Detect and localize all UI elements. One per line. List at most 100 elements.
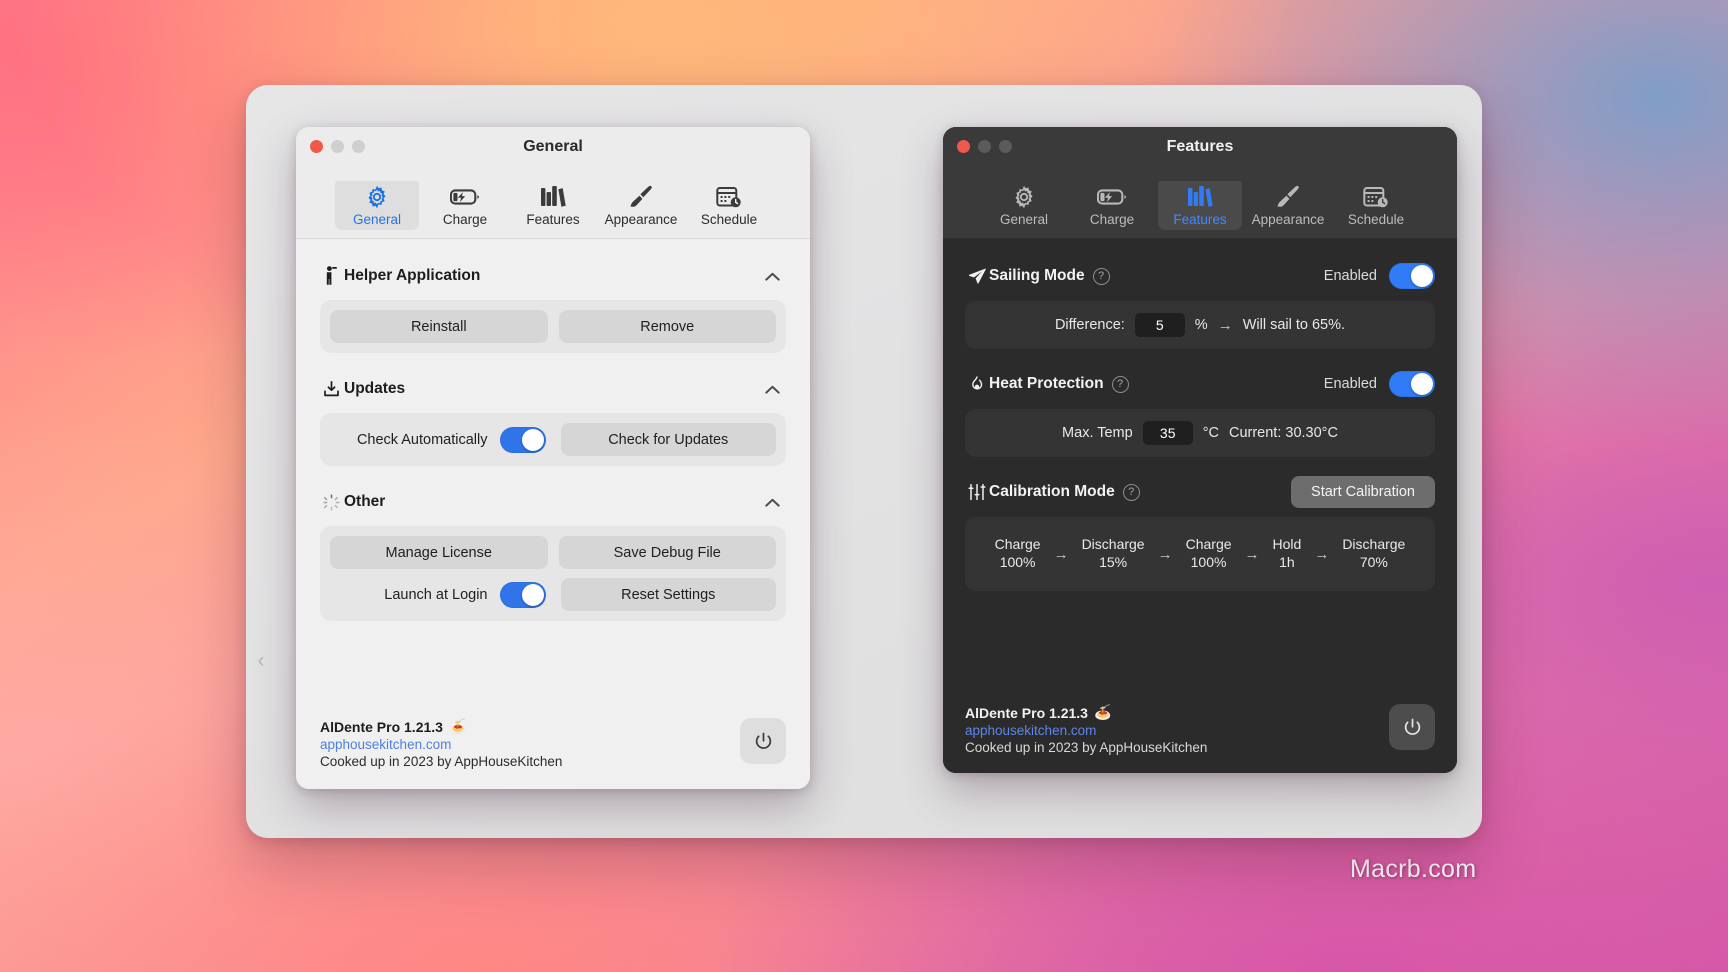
difference-label: Difference: [1054,317,1125,333]
tab-charge[interactable]: Charge [423,178,507,231]
tab-charge[interactable]: Charge [1070,178,1154,231]
check-automatically-label: Check Automatically [356,431,488,448]
paintbrush-icon [628,183,654,211]
other-row-1: Manage License Save Debug File [330,536,776,569]
calibration-step-value: 15% [1099,554,1128,570]
temp-unit: °C [1202,425,1219,441]
max-temp-input[interactable]: 35 [1142,421,1193,445]
current-temp-text: Current: 30.30°C [1228,425,1338,441]
flame-icon [965,375,989,394]
dark-window-title: Features [1166,138,1234,155]
reset-settings-button[interactable]: Reset Settings [560,578,776,611]
save-debug-file-button[interactable]: Save Debug File [558,536,776,569]
section-header-sailing-mode: Sailing Mode ? Enabled [965,259,1435,293]
section-header-helper-application[interactable]: Helper Application [320,261,786,291]
light-website-link[interactable]: apphousekitchen.com [320,737,562,752]
help-icon[interactable]: ? [1122,483,1140,501]
gear-icon [1011,183,1037,211]
calibration-step-action: Charge [994,536,1041,553]
difference-input[interactable]: 5 [1134,313,1185,337]
features-settings-window: Features General Charge Features Appeara… [943,127,1457,773]
tab-general[interactable]: General [335,177,419,230]
calibration-step-value: 100% [999,554,1036,570]
tab-charge-label: Charge [442,211,488,227]
dark-website-link[interactable]: apphousekitchen.com [965,723,1207,738]
reinstall-button[interactable]: Reinstall [330,310,548,343]
calibration-step: Discharge 15% [1082,536,1145,572]
calibration-step-value: 100% [1190,554,1227,570]
sailing-mode-toggle[interactable] [1389,263,1435,289]
arrow-right-icon: → [1157,545,1173,563]
books-icon [540,183,566,211]
section-title-updates: Updates [344,380,406,397]
arrow-right-icon: → [1053,545,1069,563]
updates-row: Check Automatically Check for Updates [330,423,776,456]
helper-application-panel: Reinstall Remove [320,300,786,353]
check-automatically-cell: Check Automatically [330,423,550,456]
launch-at-login-label: Launch at Login [384,586,488,603]
calibration-step: Charge 100% [1186,536,1232,572]
section-header-calibration-mode: Calibration Mode ? Start Calibration [965,475,1435,509]
chevron-up-icon[interactable] [759,385,786,394]
tab-schedule[interactable]: Schedule [1334,178,1418,231]
dark-about-footer: AlDente Pro 1.21.3 🍝 apphousekitchen.com… [943,690,1457,773]
heat-protection-panel: Max. Temp 35 °C Current: 30.30°C [965,409,1435,457]
calibration-step: Discharge 70% [1342,536,1405,572]
dark-window-titlebar: Features [943,127,1457,181]
calendar-clock-icon [716,183,742,211]
calibration-step-value: 70% [1359,554,1388,570]
quit-power-button[interactable] [1389,704,1435,750]
tab-general-label: General [352,211,402,227]
launch-at-login-cell: Launch at Login [330,578,550,611]
calendar-clock-icon [1363,183,1389,211]
section-title-calibration-mode: Calibration Mode [989,483,1115,500]
section-title-sailing-mode: Sailing Mode [989,267,1085,284]
tab-general-label: General [999,211,1049,227]
heat-enabled-label: Enabled [1323,376,1377,392]
tab-schedule[interactable]: Schedule [687,178,771,231]
tab-appearance[interactable]: Appearance [599,178,683,231]
pasta-emoji-icon: 🍝 [448,718,467,734]
tab-features[interactable]: Features [1158,177,1242,230]
tab-schedule-label: Schedule [1347,211,1405,227]
check-for-updates-button[interactable]: Check for Updates [560,423,776,456]
tab-general[interactable]: General [982,178,1066,231]
tab-features[interactable]: Features [511,178,595,231]
calibration-step-action: Hold [1272,536,1302,553]
help-icon[interactable]: ? [1111,375,1129,393]
check-automatically-toggle[interactable] [499,426,546,453]
chevron-up-icon[interactable] [759,498,786,507]
chevron-up-icon[interactable] [759,272,786,281]
manage-license-button[interactable]: Manage License [330,536,548,569]
remove-button[interactable]: Remove [558,310,776,343]
heat-protection-toggle[interactable] [1389,371,1435,397]
general-settings-window: General General Charge Features Appearan… [296,127,810,789]
section-header-heat-protection: Heat Protection ? Enabled [965,367,1435,401]
sailing-result-text: Will sail to 65%. [1242,317,1346,333]
spinner-icon [320,493,342,511]
calibration-step-action: Discharge [1342,536,1406,553]
sailing-enabled-label: Enabled [1323,268,1377,284]
section-title-heat-protection: Heat Protection [989,375,1104,392]
dark-app-version: AlDente Pro 1.21.3 🍝 [965,704,1207,721]
general-settings-body: Helper Application Reinstall Remove Upda… [296,239,810,700]
section-header-other[interactable]: Other [320,487,786,517]
calibration-steps-panel: Charge 100% → Discharge 15% → Charge 100… [965,517,1435,591]
gear-icon [364,183,390,211]
start-calibration-button[interactable]: Start Calibration [1291,476,1435,508]
tab-charge-label: Charge [1089,211,1135,227]
section-header-updates[interactable]: Updates [320,374,786,404]
battery-bolt-icon [450,183,480,211]
light-app-version: AlDente Pro 1.21.3 🍝 [320,718,562,735]
books-icon [1187,183,1213,211]
stage-collapse-chevron-icon[interactable]: ‹ [250,645,272,675]
tab-appearance[interactable]: Appearance [1246,178,1330,231]
sailing-mode-panel: Difference: 5 % → Will sail to 65%. [965,301,1435,349]
light-about-footer: AlDente Pro 1.21.3 🍝 apphousekitchen.com… [296,700,810,789]
launch-at-login-toggle[interactable] [499,581,546,608]
difference-unit: % [1194,317,1208,333]
help-icon[interactable]: ? [1092,267,1110,285]
light-window-title: General [523,138,583,155]
quit-power-button[interactable] [740,718,786,764]
arrow-right-icon: → [1217,316,1233,334]
